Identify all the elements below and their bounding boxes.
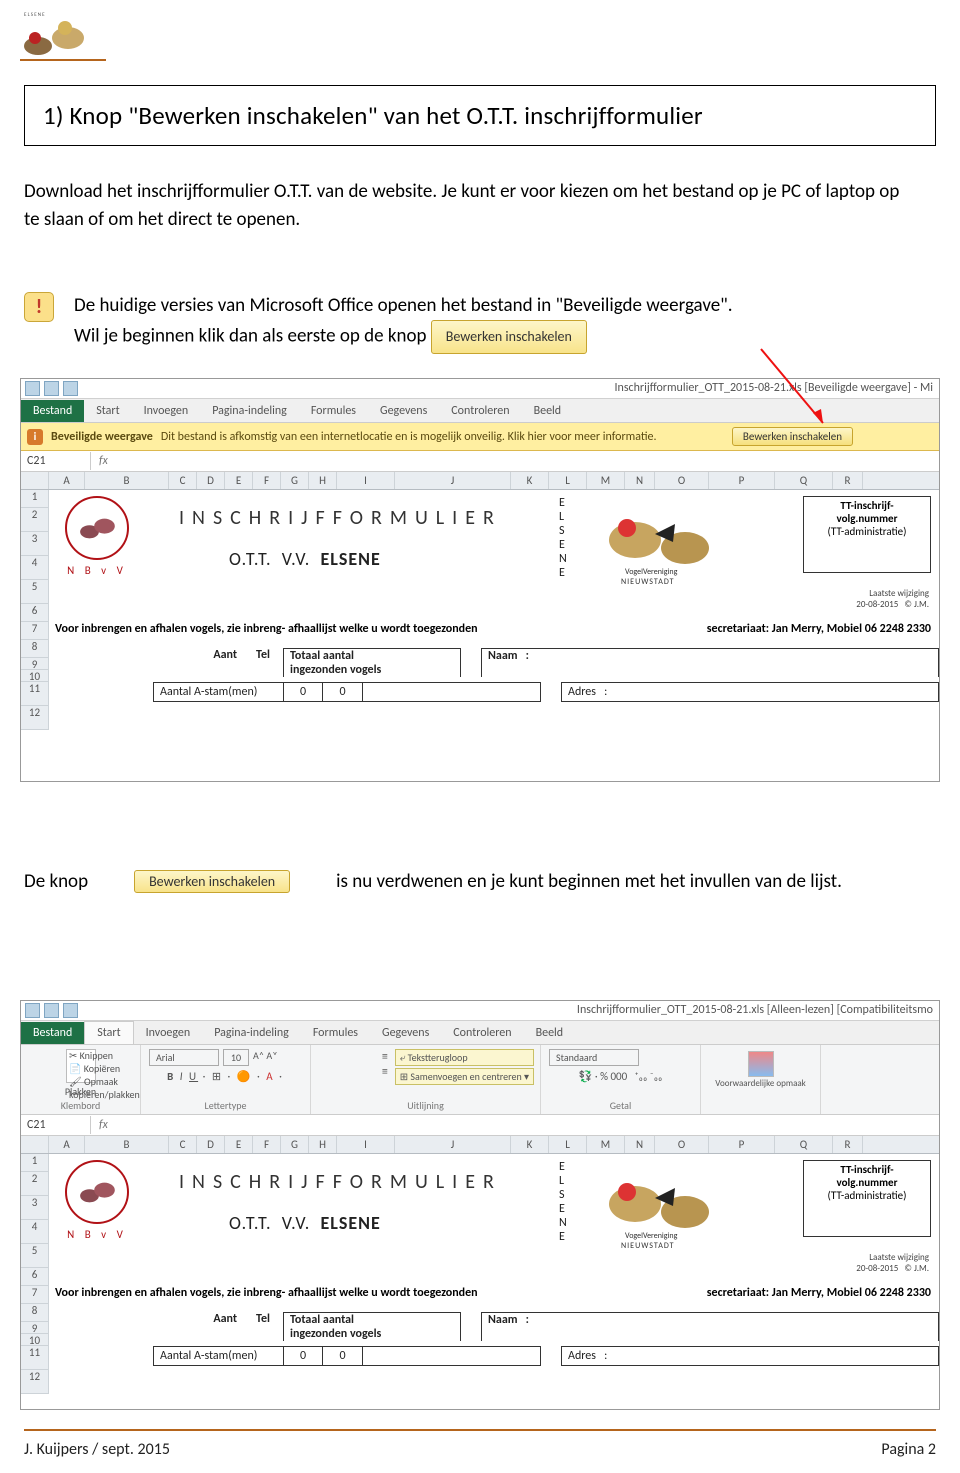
ribbon-group-alignment: ≡ ≡ ≡ ≣ ≣ ≡ ≡ ≡ ⇤ ⇥ ⤶ Tekstterugloop ⊞ S… — [311, 1045, 541, 1114]
table-data-row: Aantal A-stam(men) 0 0 Adres : — [49, 1346, 939, 1366]
table-header-row: Aant Tel Totaal aantalingezonden vogels … — [49, 648, 939, 677]
qat-icon — [25, 1003, 40, 1018]
elsene-vertical: E L S E N E — [559, 496, 567, 580]
qat-icon — [44, 1003, 59, 1018]
footer-page: Pagina 2 — [881, 1440, 936, 1459]
ribbon-tab[interactable]: Gegevens — [370, 1022, 441, 1044]
name-box[interactable]: C21 — [21, 452, 91, 470]
warning-icon: ! — [24, 292, 54, 322]
nbvv-logo: N B v V — [59, 1160, 135, 1254]
bird-illustration: VogelVereniging NIEUWSTADT — [585, 494, 735, 590]
file-tab[interactable]: Bestand — [21, 1022, 84, 1044]
ribbon-tab[interactable]: Formules — [299, 400, 368, 422]
ribbon-tab[interactable]: Beeld — [522, 400, 574, 422]
footer-divider — [24, 1429, 936, 1431]
ribbon-tab[interactable]: Start — [84, 1021, 133, 1044]
fx-label: fx — [91, 452, 116, 470]
ribbon-tab[interactable]: Gegevens — [368, 400, 439, 422]
ribbon-group-clipboard: Plakken ✂ Knippen 📄 Kopiëren 🖌 Opmaak ko… — [21, 1045, 141, 1114]
ribbon-tab[interactable]: Pagina-indeling — [200, 400, 299, 422]
enable-editing-button-inline: Bewerken inschakelen — [431, 320, 587, 354]
ribbon-tab[interactable]: Controleren — [441, 1022, 523, 1044]
warning-line1: De huidige versies van Microsoft Office … — [74, 292, 934, 320]
ribbon-tab[interactable]: Invoegen — [132, 400, 201, 422]
font-select[interactable]: Arial — [149, 1049, 219, 1066]
formula-bar: C21 fx — [21, 451, 939, 472]
svg-text:NIEUWSTADT: NIEUWSTADT — [621, 1241, 675, 1251]
quick-access-toolbar — [25, 1003, 78, 1018]
pointer-arrow — [761, 349, 861, 429]
row-numbers: 1 2 3 4 5 6 7 8 9 10 11 12 — [21, 490, 49, 730]
ribbon-tab[interactable]: Start — [84, 400, 131, 422]
last-modified: Laatste wijziging 20-08-2015 © J.M. — [856, 1252, 929, 1274]
ribbon-tab[interactable]: Beeld — [524, 1022, 576, 1044]
enable-editing-button[interactable]: Bewerken inschakelen — [732, 427, 853, 446]
ribbon-tabs: Bestand Start Invoegen Pagina-indeling F… — [21, 1021, 939, 1045]
page-header-logo: E L S E N E — [18, 8, 108, 63]
protected-view-message: Dit bestand is afkomstig van een interne… — [161, 430, 657, 444]
qat-icon — [63, 381, 78, 396]
section-heading: 1) Knop "Bewerken inschakelen" van het O… — [24, 85, 936, 146]
ribbon-tab[interactable]: Invoegen — [134, 1022, 203, 1044]
form-title: INSCHRIJFFORMULIER — [179, 506, 502, 530]
quick-access-toolbar — [25, 381, 78, 396]
wrap-text-button[interactable]: ⤶ Tekstterugloop — [395, 1049, 534, 1066]
column-headers: ABCDEFGHIJKLMNOPQR — [21, 1136, 939, 1154]
column-headers: ABCDEFGHIJKLMNOPQR — [21, 472, 939, 490]
screenshot-protected-view: Inschrijfformulier_OTT_2015-08-21.xls [B… — [20, 378, 940, 782]
svg-text:NIEUWSTADT: NIEUWSTADT — [621, 577, 675, 587]
window-title-text: Inschrijfformulier_OTT_2015-08-21.xls [A… — [577, 1003, 933, 1017]
window-title: Inschrijfformulier_OTT_2015-08-21.xls [A… — [21, 1001, 939, 1021]
formula-bar: C21 fx — [21, 1115, 939, 1136]
shield-icon: i — [27, 429, 43, 445]
enable-editing-button-inline2: Bewerken inschakelen — [134, 870, 290, 893]
qat-icon — [63, 1003, 78, 1018]
svg-text:E L S E N E: E L S E N E — [24, 12, 45, 18]
page-footer: J. Kuijpers / sept. 2015 Pagina 2 — [24, 1440, 936, 1459]
footer-author: J. Kuijpers / sept. 2015 — [24, 1440, 170, 1459]
ribbon-group-number: Standaard 💱 · % 000 ⁺₀₀ ⁻₀₀ Getal — [541, 1045, 701, 1114]
screenshot-after-enable: Inschrijfformulier_OTT_2015-08-21.xls [A… — [20, 1000, 940, 1410]
form-title: INSCHRIJFFORMULIER — [179, 1170, 502, 1194]
number-format-select[interactable]: Standaard — [549, 1049, 639, 1066]
paragraph-download: Download het inschrijfformulier O.T.T. v… — [24, 178, 904, 234]
row-numbers: 1 2 3 4 5 6 7 8 9 10 11 12 — [21, 1154, 49, 1394]
svg-text:VogelVereniging: VogelVereniging — [625, 567, 678, 577]
name-box[interactable]: C21 — [21, 1116, 91, 1134]
bird-illustration: VogelVereniging NIEUWSTADT — [585, 1158, 735, 1254]
elsene-vertical: E L S E N E — [559, 1160, 567, 1244]
qat-icon — [25, 381, 40, 396]
form-subtitle: O.T.T. V.V. ELSENE — [229, 548, 381, 570]
de-knop-label: De knop — [24, 870, 88, 893]
tt-enrollment-box: TT-inschrijf- volg.nummer (TT-administra… — [803, 1160, 931, 1237]
last-modified: Laatste wijziging 20-08-2015 © J.M. — [856, 588, 929, 610]
svg-text:VogelVereniging: VogelVereniging — [625, 1231, 678, 1241]
form-preview: N B v V INSCHRIJFFORMULIER O.T.T. V.V. E… — [49, 1154, 939, 1384]
table-header-row: Aant Tel Totaal aantalingezonden vogels … — [49, 1312, 939, 1341]
de-knop-rest: is nu verdwenen en je kunt beginnen met … — [336, 870, 842, 893]
form-subtitle: O.T.T. V.V. ELSENE — [229, 1212, 381, 1234]
qat-icon — [44, 381, 59, 396]
tt-enrollment-box: TT-inschrijf- volg.nummer (TT-administra… — [803, 496, 931, 573]
ribbon-group-font: Arial 10 A˄ A˅ B I U · ⊞ · 🟠 · A · Lette… — [141, 1045, 311, 1114]
fontsize-select[interactable]: 10 — [223, 1049, 249, 1066]
ribbon-group-styles: Voorwaardelijke opmaak — [701, 1045, 821, 1114]
result-text-row: De knop Bewerken inschakelen is nu verdw… — [24, 870, 936, 893]
merge-center-button[interactable]: ⊞ Samenvoegen en centreren ▾ — [395, 1068, 534, 1085]
warning-line2: Wil je beginnen klik dan als eerste op d… — [74, 325, 426, 348]
table-data-row: Aantal A-stam(men) 0 0 Adres : — [49, 682, 939, 702]
ribbon-tab[interactable]: Controleren — [439, 400, 521, 422]
protected-view-label: Beveiligde weergave — [51, 430, 153, 444]
fx-label: fx — [91, 1116, 116, 1134]
nbvv-logo: N B v V — [59, 496, 135, 590]
ribbon-tab[interactable]: Pagina-indeling — [202, 1022, 301, 1044]
conditional-formatting-icon[interactable] — [748, 1051, 774, 1077]
ribbon-tab[interactable]: Formules — [301, 1022, 370, 1044]
ribbon-body: Plakken ✂ Knippen 📄 Kopiëren 🖌 Opmaak ko… — [21, 1045, 939, 1115]
form-preview: N B v V INSCHRIJFFORMULIER O.T.T. V.V. E… — [49, 490, 939, 720]
file-tab[interactable]: Bestand — [21, 400, 84, 422]
